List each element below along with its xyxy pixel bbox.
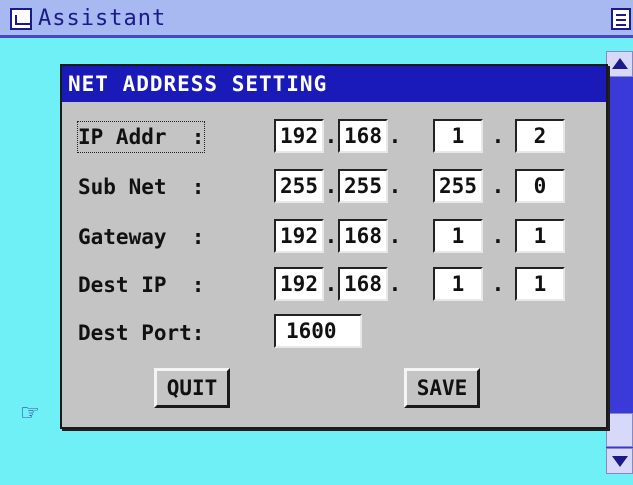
- dot-separator: .: [388, 272, 402, 296]
- dot-separator: .: [324, 174, 338, 198]
- triangle-up-icon: [612, 58, 628, 69]
- gateway-octet-3[interactable]: 1: [433, 219, 483, 253]
- title-bar: Assistant: [0, 0, 633, 38]
- ip-addr-octet-2[interactable]: 168: [338, 119, 388, 153]
- dot-separator: .: [324, 224, 338, 248]
- gateway-octet-1[interactable]: 192: [274, 219, 324, 253]
- menu-list-icon[interactable]: [611, 8, 631, 30]
- dest-port-input[interactable]: 1600: [274, 314, 362, 348]
- sub-net-octet-4[interactable]: 0: [515, 169, 565, 203]
- dest-ip-octet-2[interactable]: 168: [338, 267, 388, 301]
- gateway-octet-4[interactable]: 1: [515, 219, 565, 253]
- dot-separator: .: [324, 124, 338, 148]
- net-address-dialog: NET ADDRESS SETTING IP Addr : 192 . 168 …: [60, 64, 608, 429]
- dest-ip-label: Dest IP :: [78, 273, 205, 297]
- dot-separator: .: [491, 272, 505, 296]
- sub-net-label: Sub Net :: [78, 175, 205, 199]
- dot-separator: .: [388, 124, 402, 148]
- dot-separator: .: [388, 174, 402, 198]
- app-window-icon[interactable]: [10, 8, 32, 30]
- sub-net-octet-2[interactable]: 255: [338, 169, 388, 203]
- quit-button[interactable]: QUIT: [154, 368, 230, 408]
- dot-separator: .: [491, 224, 505, 248]
- save-button[interactable]: SAVE: [404, 368, 480, 408]
- app-title: Assistant: [38, 6, 167, 31]
- vertical-scrollbar[interactable]: [606, 51, 633, 474]
- dest-ip-octet-3[interactable]: 1: [433, 267, 483, 301]
- ip-addr-label: IP Addr :: [76, 121, 206, 153]
- sub-net-octet-3[interactable]: 255: [433, 169, 483, 203]
- scroll-up-button[interactable]: [606, 51, 633, 77]
- dialog-title: NET ADDRESS SETTING: [62, 66, 606, 102]
- scroll-thumb[interactable]: [606, 413, 633, 447]
- gateway-octet-2[interactable]: 168: [338, 219, 388, 253]
- ip-addr-octet-4[interactable]: 2: [515, 119, 565, 153]
- gateway-label: Gateway :: [78, 225, 205, 249]
- pointing-hand-icon: ☞: [20, 401, 40, 426]
- scroll-down-button[interactable]: [606, 448, 633, 474]
- dest-ip-octet-1[interactable]: 192: [274, 267, 324, 301]
- triangle-down-icon: [612, 456, 628, 467]
- dest-port-label: Dest Port:: [78, 321, 205, 345]
- dot-separator: .: [491, 174, 505, 198]
- sub-net-octet-1[interactable]: 255: [274, 169, 324, 203]
- dot-separator: .: [491, 124, 505, 148]
- dot-separator: .: [388, 224, 402, 248]
- ip-addr-octet-3[interactable]: 1: [433, 119, 483, 153]
- dot-separator: .: [324, 272, 338, 296]
- dest-ip-octet-4[interactable]: 1: [515, 267, 565, 301]
- ip-addr-octet-1[interactable]: 192: [274, 119, 324, 153]
